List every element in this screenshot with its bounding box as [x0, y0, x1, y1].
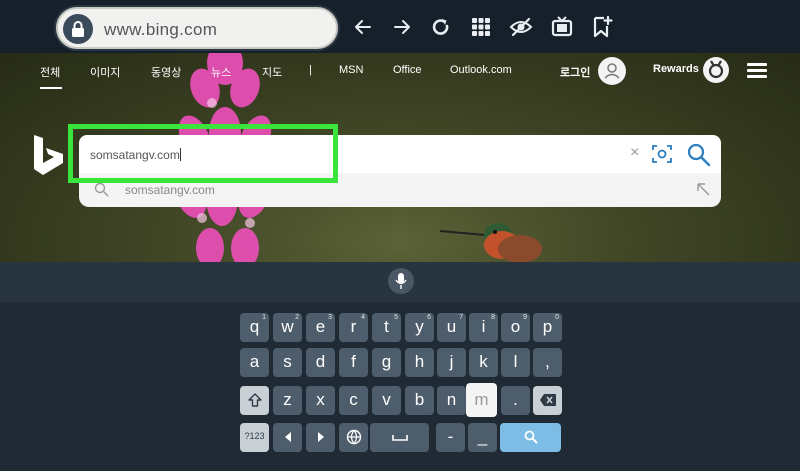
- key-t[interactable]: t5: [372, 313, 401, 342]
- nav-all[interactable]: 전체: [40, 64, 60, 80]
- key-p[interactable]: p0: [533, 313, 562, 342]
- key-k[interactable]: k: [469, 348, 498, 377]
- lock-icon: [63, 14, 93, 44]
- active-tab-underline: [40, 87, 62, 89]
- cursor-right-key-icon[interactable]: [306, 423, 335, 452]
- shift-key-icon[interactable]: [240, 386, 269, 415]
- cursor-left-key-icon[interactable]: [273, 423, 302, 452]
- key-r[interactable]: r4: [339, 313, 368, 342]
- bing-nav-bar: 전체 이미지 동영상 뉴스 지도 | MSN Office Outlook.co…: [0, 53, 800, 89]
- back-arrow-icon[interactable]: [350, 14, 376, 40]
- key-period[interactable]: .: [501, 386, 530, 415]
- space-key-icon[interactable]: [370, 423, 429, 452]
- refresh-icon[interactable]: [428, 14, 454, 40]
- url-text: www.bing.com: [104, 20, 218, 39]
- language-globe-icon[interactable]: [339, 423, 368, 452]
- bookmark-add-icon[interactable]: [589, 14, 615, 40]
- backspace-key-icon[interactable]: [533, 386, 562, 415]
- key-l[interactable]: l: [501, 348, 530, 377]
- key-h[interactable]: h: [405, 348, 434, 377]
- visual-search-camera-icon[interactable]: [651, 143, 673, 165]
- key-o[interactable]: o9: [501, 313, 530, 342]
- underscore-key[interactable]: _: [468, 423, 497, 452]
- key-n[interactable]: n: [437, 386, 466, 415]
- on-screen-keyboard: q1 w2 e3 r4 t5 y6 u7 i8 o9 p0 a s d f g …: [0, 262, 800, 471]
- background-hummingbird-image: [440, 223, 542, 262]
- suggestion-text: somsatangv.com: [125, 183, 215, 197]
- clear-search-icon[interactable]: ×: [630, 144, 639, 162]
- apps-grid-icon[interactable]: [468, 14, 494, 40]
- rewards-link[interactable]: Rewards: [653, 63, 699, 75]
- nav-maps[interactable]: 지도: [262, 64, 282, 80]
- key-s[interactable]: s: [273, 348, 302, 377]
- key-w[interactable]: w2: [273, 313, 302, 342]
- key-y[interactable]: y6: [405, 313, 434, 342]
- screen: www.bing.com 전체 이미지 동영상 뉴스 지도 | MSN Offi…: [0, 0, 800, 471]
- key-e[interactable]: e3: [306, 313, 335, 342]
- key-b[interactable]: b: [405, 386, 434, 415]
- address-bar[interactable]: www.bing.com: [56, 7, 338, 49]
- search-icon[interactable]: [686, 142, 712, 168]
- hide-eye-icon[interactable]: [508, 14, 534, 40]
- key-m-focused[interactable]: m: [466, 383, 497, 417]
- suggestion-search-icon: [94, 182, 109, 197]
- key-u[interactable]: u7: [437, 313, 466, 342]
- menu-hamburger-icon[interactable]: [747, 63, 767, 79]
- login-link[interactable]: 로그인: [560, 64, 590, 80]
- avatar-icon[interactable]: [598, 57, 626, 85]
- fill-suggestion-arrow-icon[interactable]: [695, 181, 711, 197]
- key-i[interactable]: i8: [469, 313, 498, 342]
- key-z[interactable]: z: [273, 386, 302, 415]
- key-j[interactable]: j: [437, 348, 466, 377]
- voice-input-strip: [0, 262, 800, 302]
- nav-images[interactable]: 이미지: [90, 64, 120, 80]
- nav-videos[interactable]: 동영상: [151, 64, 181, 80]
- key-a[interactable]: a: [240, 348, 269, 377]
- nav-divider: |: [309, 64, 312, 76]
- forward-arrow-icon[interactable]: [389, 14, 415, 40]
- rewards-medal-icon[interactable]: [703, 57, 729, 83]
- key-x[interactable]: x: [306, 386, 335, 415]
- dash-key[interactable]: -: [436, 423, 465, 452]
- key-v[interactable]: v: [372, 386, 401, 415]
- microphone-icon[interactable]: [388, 268, 414, 294]
- search-key-icon[interactable]: [500, 423, 561, 452]
- nav-news[interactable]: 뉴스: [211, 64, 231, 80]
- nav-msn[interactable]: MSN: [339, 64, 363, 76]
- nav-office[interactable]: Office: [393, 64, 422, 76]
- nav-outlook[interactable]: Outlook.com: [450, 64, 512, 76]
- bing-logo-icon: [34, 135, 63, 175]
- symbols-key[interactable]: ?123: [240, 423, 269, 452]
- highlight-box: [68, 124, 338, 183]
- key-g[interactable]: g: [372, 348, 401, 377]
- browser-toolbar: www.bing.com: [0, 0, 800, 53]
- key-f[interactable]: f: [339, 348, 368, 377]
- key-q[interactable]: q1: [240, 313, 269, 342]
- key-d[interactable]: d: [306, 348, 335, 377]
- key-comma[interactable]: ,: [533, 348, 562, 377]
- key-c[interactable]: c: [339, 386, 368, 415]
- tv-icon[interactable]: [549, 14, 575, 40]
